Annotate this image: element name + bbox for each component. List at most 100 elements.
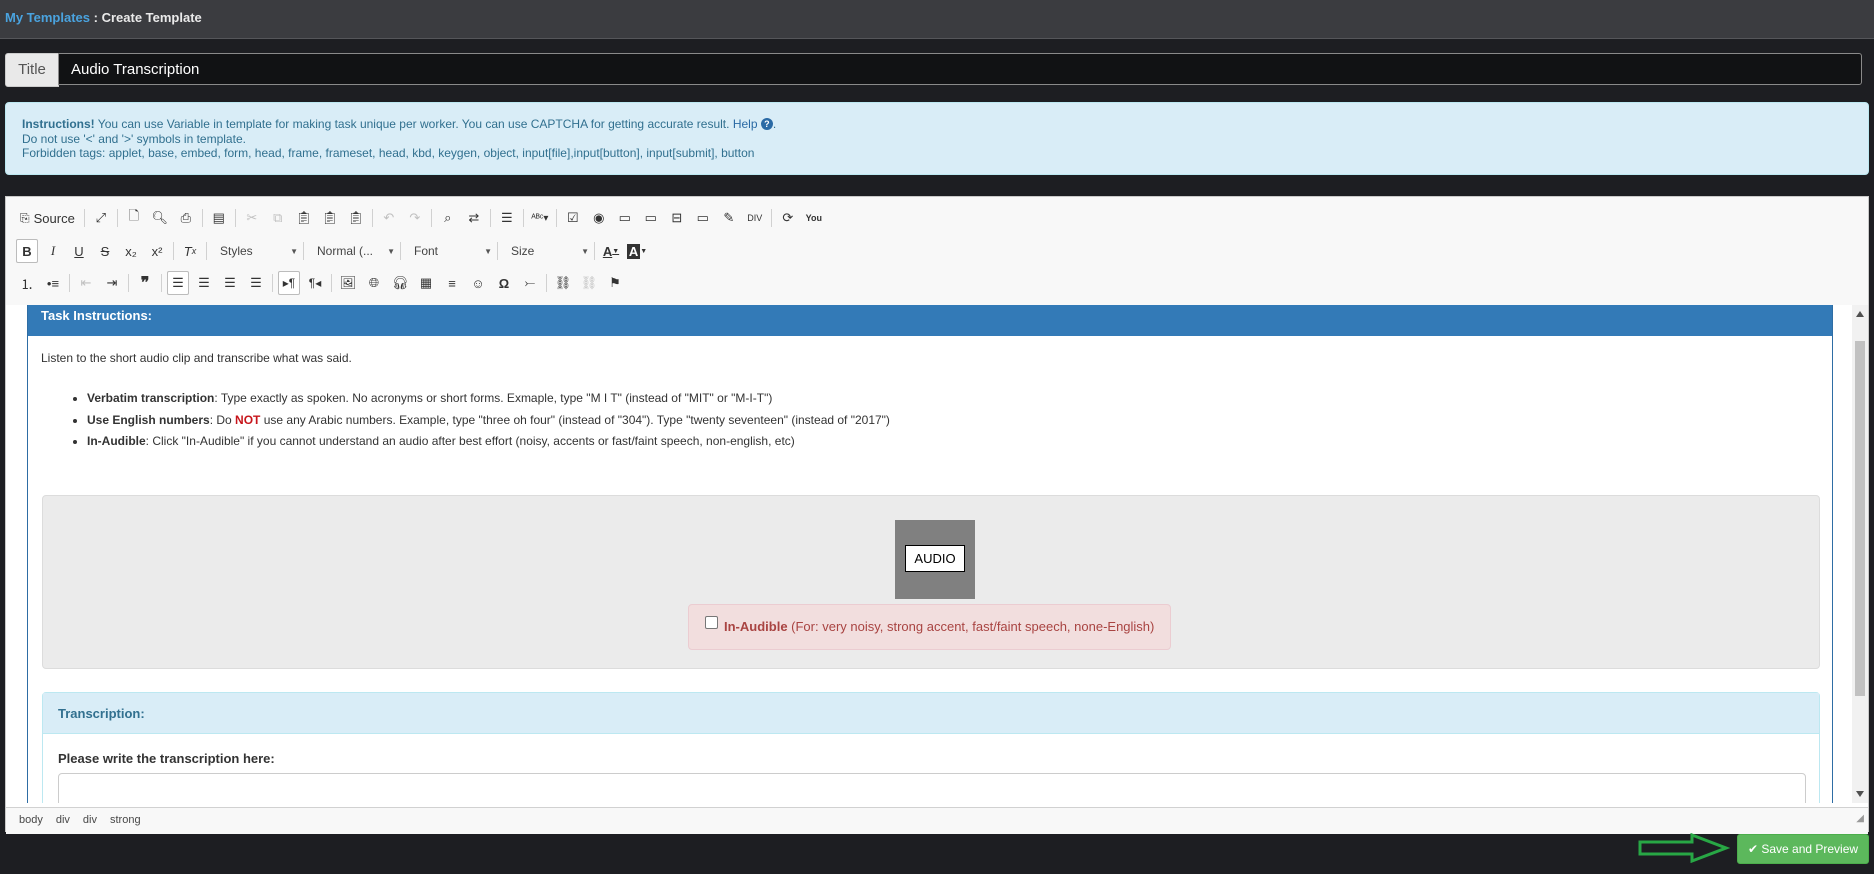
page-break-icon[interactable]: ⤚ — [519, 271, 541, 295]
toolbar-separator — [522, 209, 524, 227]
editor-scrollbar[interactable] — [1852, 305, 1868, 803]
youtube-icon[interactable]: You — [803, 206, 825, 230]
instructions-line-2: Do not use '<' and '>' symbols in templa… — [22, 131, 246, 146]
path-item[interactable]: div — [83, 808, 97, 832]
paste-icon[interactable]: 📋︎ — [293, 206, 315, 230]
align-right-icon[interactable]: ☰ — [219, 271, 241, 295]
remove-format-icon[interactable]: Tx — [179, 239, 201, 263]
toolbar-separator — [272, 274, 273, 292]
text-direction-rtl-icon[interactable]: ¶◂ — [304, 271, 326, 295]
path-item[interactable]: body — [19, 808, 43, 832]
new-page-icon[interactable]: 🗋 — [123, 206, 145, 230]
styles-label: Styles — [220, 244, 253, 258]
anchor-flag-icon[interactable]: ⚑ — [604, 271, 626, 295]
check-icon: ✔ — [1747, 842, 1762, 856]
source-button[interactable]: ⎘ Source — [16, 206, 79, 230]
editor-content[interactable]: Task Instructions: Listen to the short a… — [6, 305, 1852, 803]
font-dropdown[interactable]: Font ▼ — [406, 240, 496, 262]
bold-icon[interactable]: B — [16, 239, 38, 263]
align-justify-icon[interactable]: ☰ — [245, 271, 267, 295]
checkbox-icon[interactable]: ☑ — [562, 206, 584, 230]
undo-icon[interactable]: ↶ — [378, 206, 400, 230]
toolbar-separator — [489, 209, 491, 227]
list-item: In-Audible: Click "In-Audible" if you ca… — [87, 431, 890, 453]
rule-term: Use English numbers — [87, 412, 210, 427]
transcription-textarea[interactable] — [58, 773, 1806, 803]
select-field-icon[interactable]: ⊟ — [666, 206, 688, 230]
align-left-icon[interactable]: ☰ — [167, 271, 189, 295]
title-group: Title Audio Transcription — [5, 53, 1867, 87]
path-item[interactable]: div — [56, 808, 70, 832]
align-center-icon[interactable]: ☰ — [193, 271, 215, 295]
indent-icon[interactable]: ⇥ — [101, 271, 123, 295]
scroll-up-icon[interactable] — [1856, 311, 1864, 317]
find-icon[interactable]: ⌕ — [437, 206, 459, 230]
underline-icon[interactable]: U — [68, 239, 90, 263]
styles-dropdown[interactable]: Styles ▼ — [212, 240, 302, 262]
size-dropdown[interactable]: Size ▼ — [503, 240, 593, 262]
preview-icon[interactable]: 🔍︎ — [149, 206, 171, 230]
special-character-icon[interactable]: Ω — [493, 271, 515, 295]
toolbar-separator — [770, 209, 772, 227]
background-color-icon[interactable]: A ▼ — [626, 239, 648, 263]
unlink-icon[interactable]: ⛓ — [578, 271, 600, 295]
templates-icon[interactable]: ▤ — [208, 206, 230, 230]
paste-text-icon[interactable]: 📋︎ — [319, 206, 341, 230]
image-button-icon[interactable]: ✎ — [718, 206, 740, 230]
audio-label: AUDIO — [905, 545, 965, 572]
select-all-icon[interactable]: ☰ — [496, 206, 518, 230]
italic-icon[interactable]: I — [42, 239, 64, 263]
text-field-icon[interactable]: ▭ — [614, 206, 636, 230]
path-item[interactable]: strong — [110, 808, 141, 832]
text-color-icon[interactable]: A ▼ — [600, 239, 622, 263]
audio-icon[interactable]: 🎧︎ — [389, 271, 411, 295]
outdent-icon[interactable]: ⇤ — [75, 271, 97, 295]
resize-grip-icon[interactable]: ◢ — [1856, 807, 1864, 831]
title-input[interactable]: Audio Transcription — [58, 53, 1862, 85]
strikethrough-icon[interactable]: S — [94, 239, 116, 263]
rule-pre: : Do — [209, 412, 236, 427]
cut-icon[interactable]: ✂ — [241, 206, 263, 230]
numbered-list-icon[interactable]: ⒈ — [16, 271, 38, 295]
chevron-down-icon: ▼ — [484, 246, 492, 256]
question-circle-icon[interactable]: ? — [760, 118, 773, 130]
copy-icon[interactable]: ⧉ — [267, 206, 289, 230]
flash-icon[interactable]: 🌐︎ — [363, 271, 385, 295]
scrollbar-thumb[interactable] — [1855, 341, 1865, 696]
rule-text: : Type exactly as spoken. No acronyms or… — [214, 391, 773, 405]
save-and-preview-button[interactable]: ✔ Save and Preview — [1737, 834, 1869, 864]
blockquote-icon[interactable]: ❞ — [134, 271, 156, 295]
button-field-icon[interactable]: ▭ — [692, 206, 714, 230]
textarea-icon[interactable]: ▭ — [640, 206, 662, 230]
paste-word-icon[interactable]: 📋︎ — [345, 206, 367, 230]
horizontal-rule-icon[interactable]: ≡ — [441, 271, 463, 295]
format-dropdown[interactable]: Normal (... ▼ — [309, 240, 399, 262]
replace-icon[interactable]: ⇄ — [463, 206, 485, 230]
superscript-icon[interactable]: x² — [146, 239, 168, 263]
redo-icon[interactable]: ↷ — [404, 206, 426, 230]
scroll-down-icon[interactable] — [1856, 791, 1864, 797]
maximize-icon[interactable]: ⤢ — [90, 206, 112, 230]
breadcrumb-my-templates[interactable]: My Templates — [5, 10, 90, 25]
size-label: Size — [511, 244, 535, 258]
toolbar-separator — [128, 274, 129, 292]
print-icon[interactable]: ⎙ — [175, 206, 197, 230]
list-item: Verbatim transcription: Type exactly as … — [87, 388, 890, 410]
subscript-icon[interactable]: x₂ — [120, 239, 142, 263]
audio-player[interactable]: AUDIO — [895, 520, 975, 599]
inaudible-checkbox[interactable] — [705, 616, 718, 629]
link-icon[interactable]: ⛓ — [552, 271, 574, 295]
bulleted-list-icon[interactable]: •≡ — [42, 271, 64, 295]
refresh-icon[interactable]: ⟳ — [777, 206, 799, 230]
image-icon[interactable]: 🖼︎ — [337, 271, 359, 295]
smiley-icon[interactable]: ☺ — [467, 271, 489, 295]
element-path-bar: body div div strong ◢ — [6, 807, 1868, 834]
spellcheck-icon[interactable]: ᴬᴮᶜ▾ — [529, 206, 551, 230]
text-direction-ltr-icon[interactable]: ▸¶ — [278, 271, 300, 295]
hidden-field-icon[interactable]: DIV — [744, 206, 766, 230]
table-icon[interactable]: ▦ — [415, 271, 437, 295]
editor-toolbar: ⎘ Source ⤢ 🗋 🔍︎ ⎙ ▤ ✂ ⧉ 📋︎ 📋︎ 📋︎ ↶ ↷ ⌕ ⇄ … — [6, 197, 1868, 306]
radio-icon[interactable]: ◉ — [588, 206, 610, 230]
rule-term: Verbatim transcription — [87, 391, 215, 405]
help-link[interactable]: Help — [733, 117, 758, 131]
